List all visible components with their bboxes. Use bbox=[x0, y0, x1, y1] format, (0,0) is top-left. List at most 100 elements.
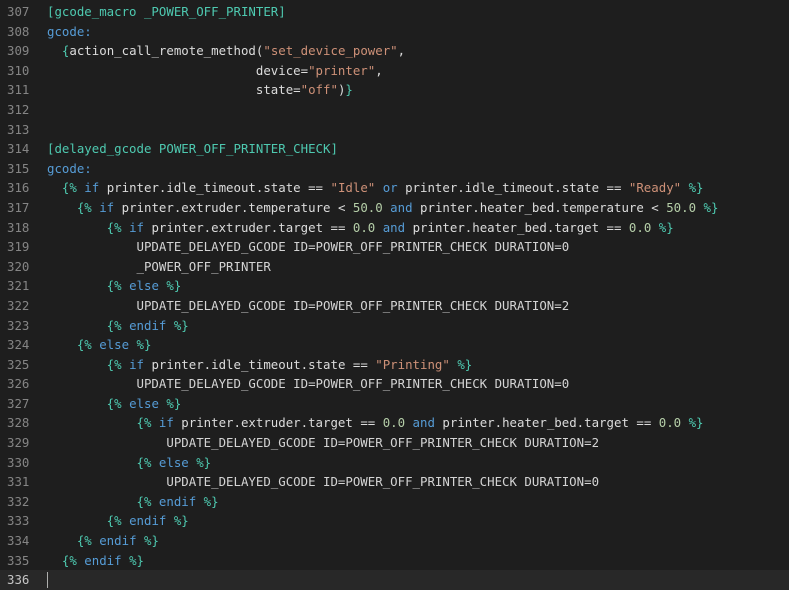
code-line[interactable]: 323 {% endif %} bbox=[0, 316, 789, 336]
code-token: UPDATE_DELAYED_GCODE ID=POWER_OFF_PRINTE… bbox=[47, 474, 600, 490]
line-number: 322 bbox=[7, 297, 30, 313]
code-token: {% bbox=[47, 356, 122, 372]
line-number: 310 bbox=[7, 62, 30, 78]
code-token: if bbox=[121, 356, 152, 372]
code-token: %} bbox=[449, 356, 473, 372]
code-line[interactable]: 329 UPDATE_DELAYED_GCODE ID=POWER_OFF_PR… bbox=[0, 433, 789, 453]
code-line[interactable]: 313 bbox=[0, 120, 789, 140]
code-token: _POWER_OFF_PRINTER bbox=[47, 258, 271, 274]
line-content: {action_call_remote_method("set_device_p… bbox=[47, 41, 405, 61]
line-number: 333 bbox=[7, 513, 30, 529]
line-number: 316 bbox=[7, 180, 30, 196]
code-token: 0.0 bbox=[352, 219, 376, 235]
code-token: %} bbox=[651, 219, 674, 235]
code-line[interactable]: 328 {% if printer.extruder.target == 0.0… bbox=[0, 413, 789, 433]
code-line[interactable]: 312 bbox=[0, 100, 789, 120]
code-token: gcode: bbox=[47, 23, 92, 39]
line-content: [delayed_gcode POWER_OFF_PRINTER_CHECK] bbox=[47, 139, 338, 159]
code-token: endif bbox=[151, 493, 204, 509]
code-line[interactable]: 316 {% if printer.idle_timeout.state == … bbox=[0, 178, 789, 198]
code-token: printer.extruder.target == bbox=[181, 415, 383, 431]
line-number: 328 bbox=[7, 415, 30, 431]
line-number: 308 bbox=[7, 23, 30, 39]
line-content: device="printer", bbox=[47, 61, 383, 81]
code-token: endif bbox=[121, 513, 174, 529]
code-line[interactable]: 308 gcode: bbox=[0, 22, 789, 42]
code-token: UPDATE_DELAYED_GCODE ID=POWER_OFF_PRINTE… bbox=[47, 376, 570, 392]
line-content: {% else %} bbox=[47, 276, 182, 296]
line-content: {% endif %} bbox=[47, 511, 189, 531]
code-line[interactable]: 317 {% if printer.extruder.temperature <… bbox=[0, 198, 789, 218]
code-token: printer.heater_bed.temperature < bbox=[420, 199, 667, 215]
line-number: 330 bbox=[7, 454, 30, 470]
code-token: %} bbox=[173, 513, 189, 529]
line-number: 318 bbox=[7, 219, 30, 235]
code-token: if bbox=[91, 199, 122, 215]
code-token: printer.idle_timeout.state == bbox=[106, 180, 331, 196]
code-token: else bbox=[151, 454, 197, 470]
code-line[interactable]: 333 {% endif %} bbox=[0, 511, 789, 531]
code-token: {% bbox=[47, 533, 92, 549]
code-token: else bbox=[121, 278, 167, 294]
code-line[interactable]: 327 {% else %} bbox=[0, 394, 789, 414]
code-line[interactable]: 310 device="printer", bbox=[0, 61, 789, 81]
code-editor[interactable]: 307 [gcode_macro _POWER_OFF_PRINTER] 308 gc… bbox=[0, 2, 789, 590]
line-content: {% endif %} bbox=[47, 492, 219, 512]
line-content: {% if printer.idle_timeout.state == "Idl… bbox=[47, 178, 704, 198]
code-token: printer.idle_timeout.state == bbox=[405, 180, 629, 196]
code-token: %} bbox=[129, 552, 144, 568]
code-line[interactable]: 335 {% endif %} bbox=[0, 551, 789, 571]
code-line[interactable]: 315 gcode: bbox=[0, 159, 789, 179]
line-content: {% if printer.extruder.target == 0.0 and… bbox=[47, 413, 704, 433]
code-line[interactable]: 334 {% endif %} bbox=[0, 531, 789, 551]
code-token: if bbox=[76, 180, 107, 196]
line-number: 323 bbox=[7, 317, 30, 333]
code-token: {% bbox=[47, 513, 122, 529]
code-token: else bbox=[121, 395, 167, 411]
line-number: 329 bbox=[7, 435, 30, 451]
code-line[interactable]: 322 UPDATE_DELAYED_GCODE ID=POWER_OFF_PR… bbox=[0, 296, 789, 316]
code-line[interactable]: 330 {% else %} bbox=[0, 453, 789, 473]
code-line[interactable]: 326 UPDATE_DELAYED_GCODE ID=POWER_OFF_PR… bbox=[0, 374, 789, 394]
line-content: {% endif %} bbox=[47, 551, 144, 571]
code-token: device= bbox=[47, 62, 309, 78]
code-token: [delayed_gcode POWER_OFF_PRINTER_CHECK] bbox=[47, 141, 338, 157]
line-number: 320 bbox=[7, 258, 30, 274]
code-line[interactable]: 307 [gcode_macro _POWER_OFF_PRINTER] bbox=[0, 2, 789, 22]
code-line[interactable]: 320 _POWER_OFF_PRINTER bbox=[0, 257, 789, 277]
line-number: 325 bbox=[7, 356, 30, 372]
code-line[interactable]: 311 state="off")} bbox=[0, 80, 789, 100]
line-number: 315 bbox=[7, 160, 30, 176]
code-token: {% bbox=[47, 395, 122, 411]
line-number: 321 bbox=[7, 278, 30, 294]
code-line[interactable]: 309 {action_call_remote_method("set_devi… bbox=[0, 41, 789, 61]
code-line[interactable]: 332 {% endif %} bbox=[0, 492, 789, 512]
code-line[interactable]: 321 {% else %} bbox=[0, 276, 789, 296]
line-content: _POWER_OFF_PRINTER bbox=[47, 257, 271, 277]
line-content: {% endif %} bbox=[47, 531, 159, 551]
code-line[interactable]: 331 UPDATE_DELAYED_GCODE ID=POWER_OFF_PR… bbox=[0, 472, 789, 492]
code-token: and bbox=[375, 219, 413, 235]
code-token: gcode: bbox=[47, 160, 92, 176]
code-token: UPDATE_DELAYED_GCODE ID=POWER_OFF_PRINTE… bbox=[47, 239, 570, 255]
code-line[interactable]: 325 {% if printer.idle_timeout.state == … bbox=[0, 355, 789, 375]
code-line[interactable]: 324 {% else %} bbox=[0, 335, 789, 355]
line-content: UPDATE_DELAYED_GCODE ID=POWER_OFF_PRINTE… bbox=[47, 374, 570, 394]
line-number: 307 bbox=[7, 4, 30, 19]
code-token: { bbox=[47, 43, 70, 59]
code-token: printer.heater_bed.target == bbox=[442, 415, 659, 431]
code-token: %} bbox=[696, 199, 719, 215]
code-token: 0.0 bbox=[658, 415, 682, 431]
code-line[interactable]: 319 UPDATE_DELAYED_GCODE ID=POWER_OFF_PR… bbox=[0, 237, 789, 257]
code-token: "printer" bbox=[308, 62, 376, 78]
code-token: 50.0 bbox=[352, 199, 383, 215]
code-token: UPDATE_DELAYED_GCODE ID=POWER_OFF_PRINTE… bbox=[47, 435, 600, 451]
code-line-current[interactable]: 336 bbox=[0, 570, 789, 590]
code-token: UPDATE_DELAYED_GCODE ID=POWER_OFF_PRINTE… bbox=[47, 297, 570, 313]
code-line[interactable]: 314 [delayed_gcode POWER_OFF_PRINTER_CHEC… bbox=[0, 139, 789, 159]
line-content: state="off")} bbox=[47, 80, 353, 100]
line-content: {% if printer.extruder.temperature < 50.… bbox=[47, 198, 719, 218]
code-line[interactable]: 318 {% if printer.extruder.target == 0.0… bbox=[0, 218, 789, 238]
line-content: {% endif %} bbox=[47, 316, 189, 336]
code-token: or bbox=[375, 180, 406, 196]
